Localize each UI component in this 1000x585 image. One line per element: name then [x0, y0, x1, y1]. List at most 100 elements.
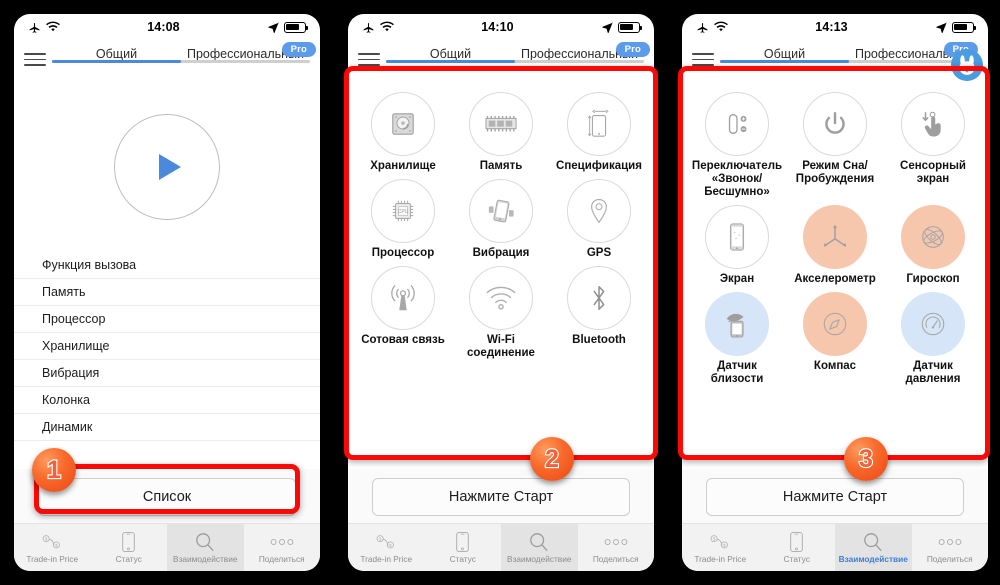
tabbar-label: Взаимодействие [507, 553, 572, 564]
top-navbar: Общий Профессиональный Pro [14, 40, 320, 82]
callout-badge-1: 1 [32, 448, 76, 492]
list-item[interactable]: Память [14, 279, 320, 306]
start-button[interactable]: Нажмите Старт [372, 478, 630, 516]
grid-label: Процессор [371, 247, 435, 259]
grid-cell-pressure[interactable]: Датчик давления [884, 292, 982, 386]
pro-badge[interactable]: Pro [615, 42, 650, 57]
panel3-bottom: Нажмите Старт [682, 469, 988, 523]
list-item[interactable]: Колонка [14, 387, 320, 414]
hamburger-icon[interactable] [692, 53, 714, 66]
grid-cell-ringer-switch[interactable]: Переключатель «Звонок/Бесшумно» [688, 92, 786, 199]
more-dots-icon [937, 532, 963, 552]
tabbar-item-trade-in[interactable]: $ $ Trade-in Price [682, 524, 759, 571]
tab-strip: Общий Профессиональный [52, 42, 310, 63]
more-dots-icon [603, 532, 629, 552]
list-item[interactable]: Вибрация [14, 360, 320, 387]
grid-cell-touchscreen[interactable]: Сенсорный экран [884, 92, 982, 199]
tabbar-label: Поделиться [592, 553, 639, 564]
screenshot-stage: 14:08 Общий Профессиональный Pro Функция… [0, 0, 1000, 585]
tabbar-item-share[interactable]: Поделиться [244, 524, 321, 571]
rabbit-mascot-icon[interactable] [950, 48, 984, 82]
tab-general[interactable]: Общий [720, 42, 849, 62]
phone-status-icon [122, 531, 136, 552]
tabbar-item-interaction[interactable]: Взаимодействие [835, 524, 912, 571]
tabbar-item-trade-in[interactable]: $ $ Trade-in Price [348, 524, 425, 571]
grid-cell-bluetooth[interactable]: Bluetooth [550, 266, 648, 360]
sensor-grid: Хранилище Память Спецификация CPU Процес… [348, 86, 654, 360]
tab-general[interactable]: Общий [386, 42, 515, 62]
phone-status-icon [790, 531, 804, 552]
tabbar-label: Поделиться [258, 553, 305, 564]
list-item[interactable]: Функция вызова [14, 252, 320, 279]
tabbar-label: Взаимодействие [838, 553, 908, 564]
tabbar-item-trade-in[interactable]: $ $ Trade-in Price [14, 524, 91, 571]
grid-cell-wifi[interactable]: Wi-Fi соединение [452, 266, 550, 360]
tab-general[interactable]: Общий [52, 42, 181, 62]
grid-cell-gyroscope[interactable]: Гироскоп [884, 205, 982, 286]
grid-label: Переключатель «Звонок/Бесшумно» [691, 160, 783, 198]
bottom-tabbar: $$ Trade-in Price Статус Взаимодействие [348, 523, 654, 571]
grid-cell-storage[interactable]: Хранилище [354, 92, 452, 173]
phone-panel-3: 14:13 Общий Профессиональный Pro Переклю… [668, 0, 1000, 585]
tabbar-item-share[interactable]: Поделиться [912, 524, 989, 571]
top-navbar: Общий Профессиональный Pro [348, 40, 654, 82]
play-button[interactable] [114, 114, 220, 220]
grid-cell-specification[interactable]: Спецификация [550, 92, 648, 173]
status-time: 14:13 [815, 20, 848, 34]
pro-badge[interactable]: Pro [281, 42, 316, 57]
grid-label: Хранилище [370, 160, 436, 172]
grid-cell-sleep-wake[interactable]: Режим Сна/Пробуждения [786, 92, 884, 199]
tabbar-item-interaction[interactable]: Взаимодействие [167, 524, 244, 571]
grid-cell-compass[interactable]: Компас [786, 292, 884, 386]
list-item[interactable]: Процессор [14, 306, 320, 333]
tabbar-label: Взаимодействие [173, 553, 238, 564]
list-item[interactable]: Хранилище [14, 333, 320, 360]
status-time: 14:10 [481, 20, 514, 34]
tabbar-item-status[interactable]: Статус [759, 524, 836, 571]
callout-badge-3: 3 [844, 437, 888, 481]
tabbar-label: Поделиться [926, 553, 973, 564]
status-bar: 14:08 [14, 14, 320, 40]
ringer-switch-icon [705, 92, 769, 156]
magnifier-icon [195, 532, 215, 552]
touch-hand-icon [901, 92, 965, 156]
grid-label: Гироскоп [906, 273, 960, 285]
location-arrow-icon [602, 21, 613, 33]
trade-in-price-icon: $ $ [375, 532, 397, 552]
grid-cell-processor[interactable]: CPU Процессор [354, 179, 452, 260]
tabbar-label: Статус [449, 553, 476, 564]
svg-text:$: $ [389, 542, 392, 547]
hamburger-icon[interactable] [24, 53, 46, 66]
phone-panel-1: 14:08 Общий Профессиональный Pro Функция… [0, 0, 334, 585]
screen-icon [705, 205, 769, 269]
panel2-bottom: Нажмите Старт [348, 469, 654, 523]
grid-cell-vibration[interactable]: Вибрация [452, 179, 550, 260]
airplane-icon [363, 22, 374, 33]
svg-text:$: $ [723, 542, 726, 547]
tab-underline [52, 60, 310, 63]
grid-cell-proximity[interactable]: Датчик близости [688, 292, 786, 386]
grid-cell-accelerometer[interactable]: Акселерометр [786, 205, 884, 286]
grid-label: Датчик близости [710, 360, 764, 385]
tabbar-item-share[interactable]: Поделиться [578, 524, 655, 571]
list-button[interactable]: Список [38, 478, 296, 516]
start-button[interactable]: Нажмите Старт [706, 478, 964, 516]
grid-cell-cellular[interactable]: Сотовая связь [354, 266, 452, 360]
phone-screen-2: 14:10 Общий Профессиональный Pro Хранили… [348, 14, 654, 571]
trade-in-price-icon: $ $ [709, 532, 731, 552]
tabbar-item-status[interactable]: Статус [91, 524, 168, 571]
tabbar-item-interaction[interactable]: Взаимодействие [501, 524, 578, 571]
grid-cell-screen[interactable]: Экран [688, 205, 786, 286]
pressure-gauge-icon [901, 292, 965, 356]
grid-cell-gps[interactable]: GPS [550, 179, 648, 260]
gyroscope-icon [901, 205, 965, 269]
compass-icon [803, 292, 867, 356]
status-right [267, 21, 309, 34]
list-item[interactable]: Динамик [14, 414, 320, 441]
hamburger-icon[interactable] [358, 53, 380, 66]
grid-cell-memory[interactable]: Память [452, 92, 550, 173]
tabbar-item-status[interactable]: Статус [425, 524, 502, 571]
battery-icon [952, 21, 977, 33]
more-dots-icon [269, 532, 295, 552]
accelerometer-axes-icon [803, 205, 867, 269]
